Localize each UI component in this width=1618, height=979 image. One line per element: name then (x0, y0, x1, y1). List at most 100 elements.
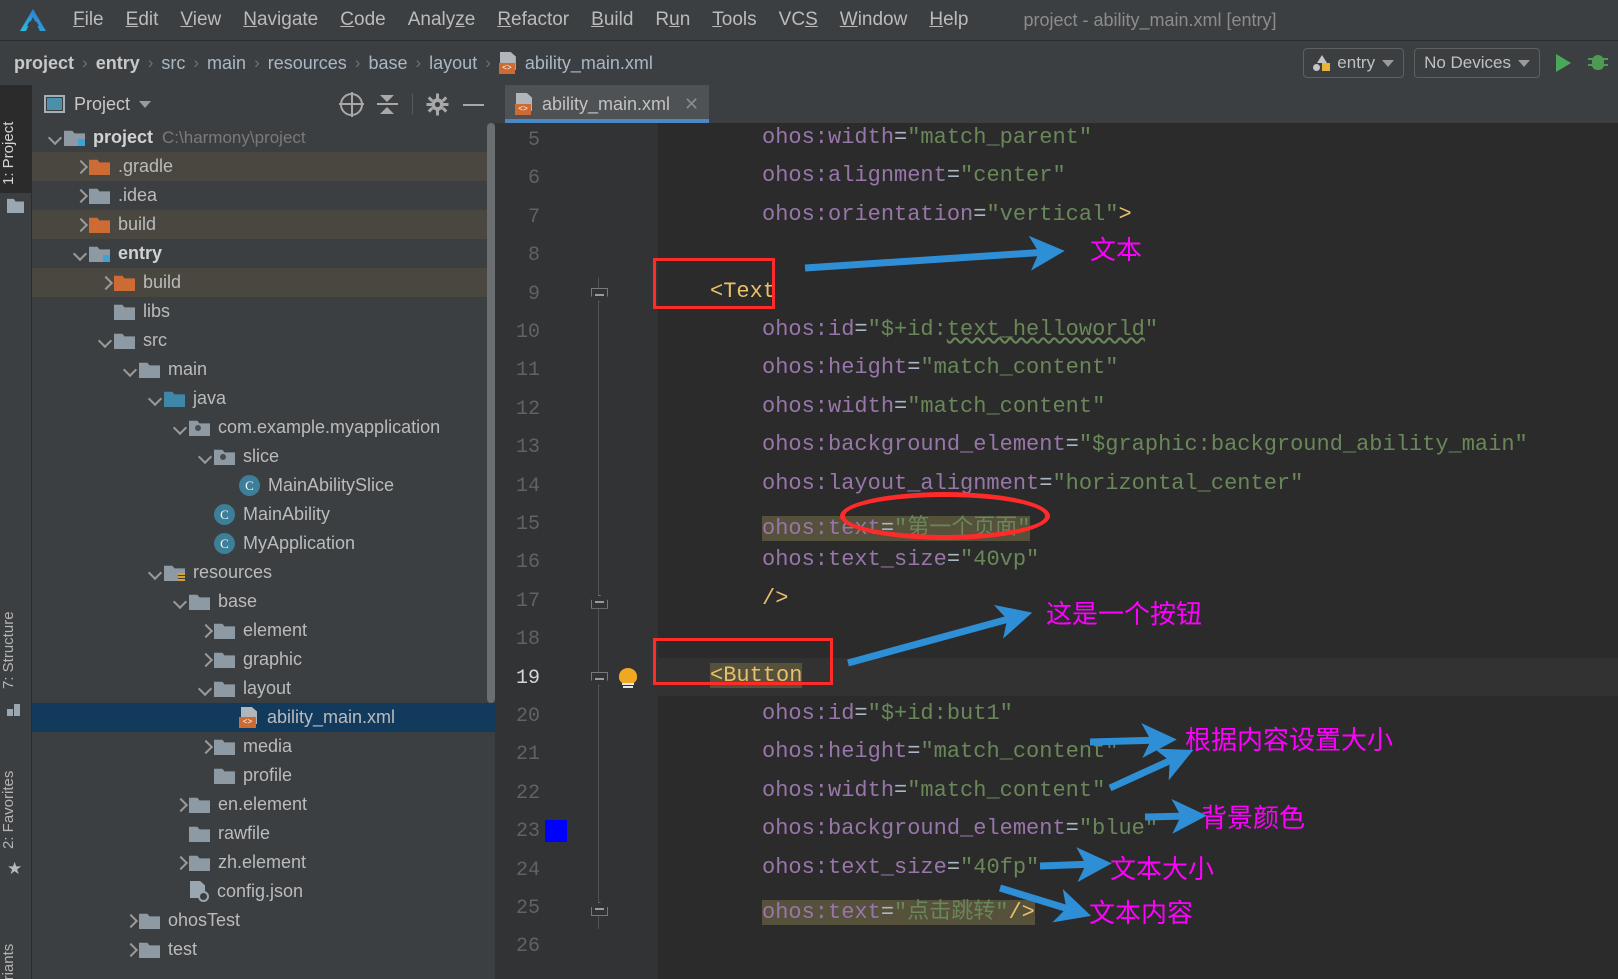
menu-item-tools[interactable]: Tools (701, 0, 767, 40)
tree-item[interactable]: media (32, 732, 495, 761)
code-line-6[interactable]: ohos:alignment="center" (762, 163, 1066, 188)
tree-item[interactable]: layout (32, 674, 495, 703)
code-fold-down-icon[interactable] (591, 671, 608, 686)
menu-item-view[interactable]: View (169, 0, 232, 40)
chevron-right-icon[interactable] (121, 912, 139, 930)
menu-item-navigate[interactable]: Navigate (232, 0, 329, 40)
intention-bulb-icon[interactable] (618, 667, 638, 690)
tree-item[interactable]: slice (32, 442, 495, 471)
menu-item-edit[interactable]: Edit (115, 0, 170, 40)
tree-item[interactable]: main (32, 355, 495, 384)
menu-item-file[interactable]: File (62, 0, 115, 40)
run-play-icon[interactable] (1550, 50, 1576, 76)
tree-item[interactable]: C MainAbility (32, 500, 495, 529)
tree-item[interactable]: profile (32, 761, 495, 790)
chevron-down-icon[interactable] (146, 390, 164, 408)
breadcrumb-item-file[interactable]: <> ability_main.xml (498, 52, 653, 74)
menu-item-build[interactable]: Build (580, 0, 644, 40)
sidebar-item-structure[interactable]: 7: Structure (0, 575, 32, 697)
code-line-21[interactable]: ohos:height="match_content" (762, 739, 1118, 764)
menu-item-run[interactable]: Run (644, 0, 701, 40)
code-fold-down-icon[interactable] (591, 287, 608, 302)
menu-item-analyze[interactable]: Analyze (397, 0, 487, 40)
chevron-down-icon[interactable] (146, 564, 164, 582)
sidebar-item-favorites[interactable]: 2: Favorites (0, 733, 32, 857)
code-line-20[interactable]: ohos:id="$+id:but1" (762, 701, 1013, 726)
tree-item[interactable]: graphic (32, 645, 495, 674)
chevron-right-icon[interactable] (71, 187, 89, 205)
debug-icon[interactable] (1586, 50, 1612, 76)
project-tree[interactable]: project C:\harmony\project .gradle .idea bui… (32, 123, 495, 979)
sidebar-item-project[interactable]: 1: Project (0, 85, 32, 193)
chevron-down-icon[interactable] (46, 129, 64, 147)
tree-item[interactable]: base (32, 587, 495, 616)
code-line-22[interactable]: ohos:width="match_content" (762, 778, 1105, 803)
chevron-down-icon[interactable] (71, 245, 89, 263)
menu-item-help[interactable]: Help (918, 0, 979, 40)
menu-item-vcs[interactable]: VCS (768, 0, 829, 40)
chevron-down-icon[interactable] (96, 332, 114, 350)
chevron-right-icon[interactable] (196, 651, 214, 669)
code-line-7[interactable]: ohos:orientation="vertical"> (762, 202, 1132, 227)
chevron-right-icon[interactable] (171, 854, 189, 872)
device-selector[interactable]: No Devices (1414, 48, 1540, 78)
code-fold-up-icon[interactable] (591, 902, 608, 916)
code-line-10[interactable]: ohos:id="$+id:text_helloworld" (762, 317, 1158, 342)
editor-gutter[interactable]: 5 6 7 8 9 10 11 12 13 14 15 16 17 18 19 20 21 22 23 24 25 26 (495, 123, 658, 979)
chevron-right-icon[interactable] (196, 738, 214, 756)
tree-item[interactable]: com.example.myapplication (32, 413, 495, 442)
tree-item[interactable]: config.json (32, 877, 495, 906)
tree-item[interactable]: project C:\harmony\project (32, 123, 495, 152)
breadcrumb-item-project[interactable]: project (14, 53, 74, 74)
tree-item[interactable]: test (32, 935, 495, 964)
tree-item[interactable]: java (32, 384, 495, 413)
close-icon[interactable]: ✕ (684, 94, 699, 115)
tree-item[interactable]: C MainAbilitySlice (32, 471, 495, 500)
tree-item[interactable]: C MyApplication (32, 529, 495, 558)
breadcrumb-item-base[interactable]: base (368, 53, 407, 74)
color-swatch-icon[interactable] (545, 820, 567, 843)
breadcrumb-item-main[interactable]: main (207, 53, 246, 74)
chevron-right-icon[interactable] (71, 216, 89, 234)
chevron-right-icon[interactable] (71, 158, 89, 176)
locate-target-icon[interactable] (339, 91, 364, 117)
code-fold-up-icon[interactable] (591, 594, 608, 609)
chevron-right-icon[interactable] (196, 622, 214, 640)
code-line-11[interactable]: ohos:height="match_content" (762, 355, 1118, 380)
minimize-icon[interactable] (462, 93, 485, 116)
code-line-5[interactable]: ohos:width="match_parent" (762, 125, 1092, 150)
tree-item[interactable]: build (32, 210, 495, 239)
tree-item[interactable]: .idea (32, 181, 495, 210)
tree-item[interactable]: zh.element (32, 848, 495, 877)
code-line-17[interactable]: /> (762, 586, 788, 611)
tree-item[interactable]: libs (32, 297, 495, 326)
tree-item-selected[interactable]: <> ability_main.xml (32, 703, 495, 732)
breadcrumb-item-layout[interactable]: layout (429, 53, 477, 74)
module-selector[interactable]: entry (1303, 48, 1405, 78)
tree-item[interactable]: entry (32, 239, 495, 268)
breadcrumb-item-entry[interactable]: entry (96, 53, 140, 74)
collapse-all-icon[interactable] (376, 93, 399, 116)
chevron-down-icon[interactable] (171, 593, 189, 611)
code-area[interactable]: 5 6 7 8 9 10 11 12 13 14 15 16 17 18 19 20 21 22 23 24 25 26 … (495, 123, 1618, 979)
gear-icon[interactable] (426, 93, 449, 116)
chevron-right-icon[interactable] (96, 274, 114, 292)
editor-tab-ability-main-xml[interactable]: <> ability_main.xml ✕ (505, 85, 710, 123)
code-line-24[interactable]: ohos:text_size="40fp" (762, 855, 1039, 880)
tree-item[interactable]: .gradle (32, 152, 495, 181)
breadcrumb-item-src[interactable]: src (161, 53, 185, 74)
chevron-right-icon[interactable] (171, 796, 189, 814)
tree-item[interactable]: src (32, 326, 495, 355)
tree-item[interactable]: build (32, 268, 495, 297)
tree-item[interactable]: ohosTest (32, 906, 495, 935)
chevron-down-icon[interactable] (121, 361, 139, 379)
code-line-23[interactable]: ohos:background_element="blue" (762, 816, 1158, 841)
sidebar-item-ohosbuild-variants[interactable]: OhosBuild Variants (0, 897, 32, 979)
code-line-12[interactable]: ohos:width="match_content" (762, 394, 1105, 419)
tree-item[interactable]: en.element (32, 790, 495, 819)
breadcrumb-item-resources[interactable]: resources (268, 53, 347, 74)
tree-item[interactable]: rawfile (32, 819, 495, 848)
menu-item-refactor[interactable]: Refactor (486, 0, 580, 40)
chevron-right-icon[interactable] (121, 941, 139, 959)
chevron-down-icon[interactable] (196, 680, 214, 698)
